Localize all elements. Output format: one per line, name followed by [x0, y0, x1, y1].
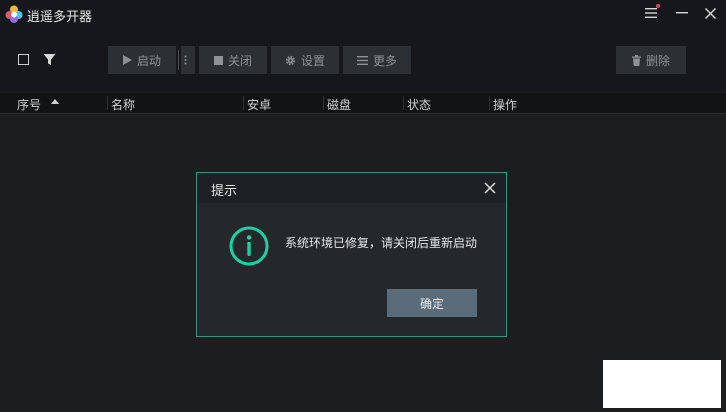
select-all-checkbox[interactable] — [18, 54, 29, 65]
hamburger-icon — [645, 8, 657, 18]
more-label: 更多 — [372, 53, 397, 68]
column-divider — [489, 96, 490, 110]
trash-icon — [631, 54, 641, 66]
menu-button[interactable] — [638, 2, 664, 24]
dialog-title: 提示 — [211, 184, 238, 199]
dialog-header: 提示 — [197, 173, 506, 203]
play-icon — [122, 55, 132, 65]
filter-icon[interactable] — [43, 53, 56, 66]
toolbar: 启动 关闭 设置 更多 删除 — [0, 28, 726, 92]
minimize-icon — [676, 12, 688, 14]
column-divider — [243, 96, 244, 110]
column-header-index[interactable]: 序号 — [17, 96, 41, 113]
column-header-status[interactable]: 状态 — [407, 96, 431, 113]
notice-dialog: 提示 系统环境已修复，请关闭后重新启动 确定 — [196, 172, 507, 337]
list-icon — [356, 55, 368, 65]
start-label: 启动 — [136, 53, 161, 68]
app-title: 逍遥多开器 — [27, 10, 93, 25]
toolbar-divider — [178, 50, 179, 70]
app-logo-icon — [5, 5, 23, 23]
column-divider — [403, 96, 404, 110]
delete-label: 删除 — [645, 53, 670, 68]
close-icon — [704, 7, 716, 19]
close-instance-button[interactable]: 关闭 — [199, 46, 267, 74]
column-divider — [323, 96, 324, 110]
column-divider — [107, 96, 108, 110]
more-vertical-icon — [184, 55, 187, 65]
confirm-button[interactable]: 确定 — [387, 289, 477, 317]
delete-button[interactable]: 删除 — [616, 46, 686, 74]
column-header-disk[interactable]: 磁盘 — [327, 96, 351, 113]
column-header-name[interactable]: 名称 — [111, 96, 135, 113]
info-icon — [229, 226, 269, 266]
start-options-button[interactable] — [181, 46, 195, 74]
gear-icon — [285, 55, 296, 65]
column-header-actions[interactable]: 操作 — [493, 96, 517, 113]
column-header-android[interactable]: 安卓 — [247, 96, 271, 113]
blank-overlay — [603, 360, 721, 408]
close-label: 关闭 — [227, 53, 252, 68]
window-close-button[interactable] — [697, 2, 723, 24]
minimize-button[interactable] — [669, 2, 695, 24]
dialog-message: 系统环境已修复，请关闭后重新启动 — [285, 236, 478, 250]
start-button[interactable]: 启动 — [108, 46, 176, 74]
sort-ascending-icon — [51, 99, 59, 104]
stop-icon — [213, 55, 223, 65]
table-header: 序号 名称 安卓 磁盘 状态 操作 — [0, 93, 726, 114]
settings-button[interactable]: 设置 — [271, 46, 339, 74]
dialog-close-icon[interactable] — [482, 180, 498, 196]
settings-label: 设置 — [300, 53, 325, 68]
more-button[interactable]: 更多 — [343, 46, 411, 74]
notification-dot — [656, 4, 660, 8]
title-bar: 逍遥多开器 — [0, 0, 726, 28]
